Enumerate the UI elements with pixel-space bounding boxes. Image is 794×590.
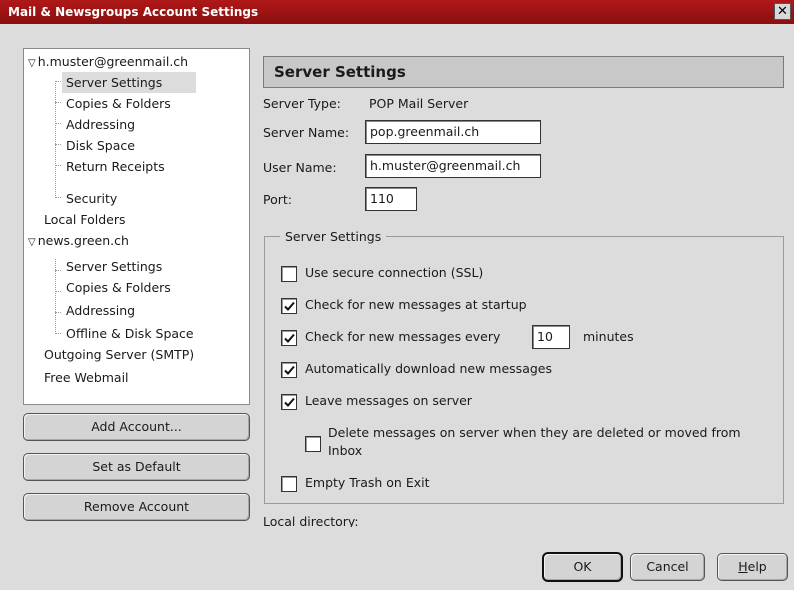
tree-guide-tick	[55, 197, 61, 198]
tree-item-label: Local Folders	[44, 212, 126, 227]
tree-item-label: Copies & Folders	[66, 96, 171, 111]
local-directory-clip: Local directory:	[263, 512, 563, 527]
set-as-default-button[interactable]: Set as Default	[23, 453, 250, 481]
server-type-value: POP Mail Server	[369, 96, 469, 111]
panel-title: Server Settings	[263, 56, 784, 88]
account-tree[interactable]: ▽ h.muster@greenmail.ch Server Settings C…	[23, 48, 250, 405]
minutes-label: minutes	[583, 329, 634, 344]
tree-guide-tick	[55, 333, 61, 334]
tree-item-outgoing-server[interactable]: Outgoing Server (SMTP)	[44, 344, 194, 365]
tree-item-label: Copies & Folders	[66, 280, 171, 295]
tree-item-free-webmail[interactable]: Free Webmail	[44, 367, 129, 388]
tree-item-label: Return Receipts	[66, 159, 165, 174]
tree-item-label: Server Settings	[66, 75, 163, 90]
tree-item-disk-space[interactable]: Disk Space	[66, 135, 135, 156]
tree-guide-tick	[55, 291, 61, 292]
help-button[interactable]: Help	[717, 553, 788, 581]
ok-button[interactable]: OK	[543, 553, 622, 581]
check-startup-checkbox[interactable]	[281, 298, 297, 314]
add-account-button[interactable]: Add Account...	[23, 413, 250, 441]
tree-guide-tick	[55, 312, 61, 313]
remove-account-button[interactable]: Remove Account	[23, 493, 250, 521]
tree-item-news-server-settings[interactable]: Server Settings	[66, 256, 162, 277]
checkmark-icon	[284, 333, 295, 343]
tree-guide-tick	[55, 123, 61, 124]
delete-on-server-label-line1: Delete messages on server when they are …	[328, 425, 741, 440]
tree-item-label: Offline & Disk Space	[66, 326, 194, 341]
tree-item-label: Free Webmail	[44, 370, 129, 385]
auto-download-label[interactable]: Automatically download new messages	[305, 361, 552, 376]
tree-item-label: news.green.ch	[37, 233, 129, 248]
tree-item-addressing[interactable]: Addressing	[66, 114, 135, 135]
title-bar: Mail & Newsgroups Account Settings ✕	[0, 0, 794, 24]
tree-item-news-copies-folders[interactable]: Copies & Folders	[66, 277, 171, 298]
leave-on-server-label[interactable]: Leave messages on server	[305, 393, 472, 408]
ssl-label[interactable]: Use secure connection (SSL)	[305, 265, 483, 280]
server-type-label: Server Type:	[263, 96, 341, 111]
help-mnemonic: H	[738, 559, 748, 574]
tree-item-local-folders[interactable]: Local Folders	[44, 209, 126, 230]
close-icon[interactable]: ✕	[774, 3, 791, 20]
leave-on-server-checkbox[interactable]	[281, 394, 297, 410]
tree-item-copies-folders[interactable]: Copies & Folders	[66, 93, 171, 114]
tree-item-label: h.muster@greenmail.ch	[37, 54, 189, 69]
tree-item-label: Server Settings	[66, 259, 163, 274]
delete-on-server-label-line2: Inbox	[328, 443, 363, 458]
checkmark-icon	[284, 301, 295, 311]
tree-guide-tick	[55, 144, 61, 145]
tree-item-return-receipts[interactable]: Return Receipts	[66, 156, 165, 177]
server-name-input[interactable]: pop.greenmail.ch	[365, 120, 541, 144]
tree-item-news-addressing[interactable]: Addressing	[66, 300, 135, 321]
tree-item-offline-disk-space[interactable]: Offline & Disk Space	[66, 323, 194, 344]
port-label: Port:	[263, 192, 292, 207]
empty-trash-label[interactable]: Empty Trash on Exit	[305, 475, 430, 490]
check-every-checkbox[interactable]	[281, 330, 297, 346]
help-label-rest: elp	[747, 559, 767, 574]
tree-item-label: Disk Space	[66, 138, 135, 153]
tree-item-server-settings[interactable]: Server Settings	[62, 72, 196, 93]
tree-guide-tick	[55, 102, 61, 103]
tree-account-greenmail[interactable]: ▽ h.muster@greenmail.ch	[28, 51, 188, 72]
check-every-label[interactable]: Check for new messages every	[305, 329, 500, 344]
delete-on-server-label[interactable]: Delete messages on server when they are …	[328, 425, 741, 458]
tree-guide-line	[55, 81, 56, 198]
user-name-input[interactable]: h.muster@greenmail.ch	[365, 154, 541, 178]
checkmark-icon	[284, 397, 295, 407]
ssl-checkbox[interactable]	[281, 266, 297, 282]
check-startup-label[interactable]: Check for new messages at startup	[305, 297, 527, 312]
tree-item-label: Outgoing Server (SMTP)	[44, 347, 195, 362]
tree-item-label: Security	[66, 191, 118, 206]
auto-download-checkbox[interactable]	[281, 362, 297, 378]
expand-triangle-icon[interactable]: ▽	[28, 58, 36, 69]
tree-item-label: Addressing	[66, 303, 136, 318]
user-name-label: User Name:	[263, 160, 337, 175]
delete-on-server-checkbox[interactable]	[305, 436, 321, 452]
tree-item-security[interactable]: Security	[66, 188, 117, 209]
checkmark-icon	[284, 365, 295, 375]
empty-trash-checkbox[interactable]	[281, 476, 297, 492]
server-name-label: Server Name:	[263, 125, 350, 140]
tree-guide-tick	[55, 270, 61, 271]
tree-guide-tick	[55, 165, 61, 166]
local-directory-label: Local directory:	[263, 514, 359, 527]
tree-guide-tick	[55, 81, 61, 82]
cancel-button[interactable]: Cancel	[630, 553, 705, 581]
window-title: Mail & Newsgroups Account Settings	[8, 5, 259, 19]
expand-triangle-icon[interactable]: ▽	[28, 237, 36, 248]
tree-account-news[interactable]: ▽ news.green.ch	[28, 230, 129, 251]
port-input[interactable]: 110	[365, 187, 417, 211]
tree-item-label: Addressing	[66, 117, 136, 132]
group-legend: Server Settings	[280, 229, 387, 244]
check-interval-input[interactable]: 10	[532, 325, 570, 349]
